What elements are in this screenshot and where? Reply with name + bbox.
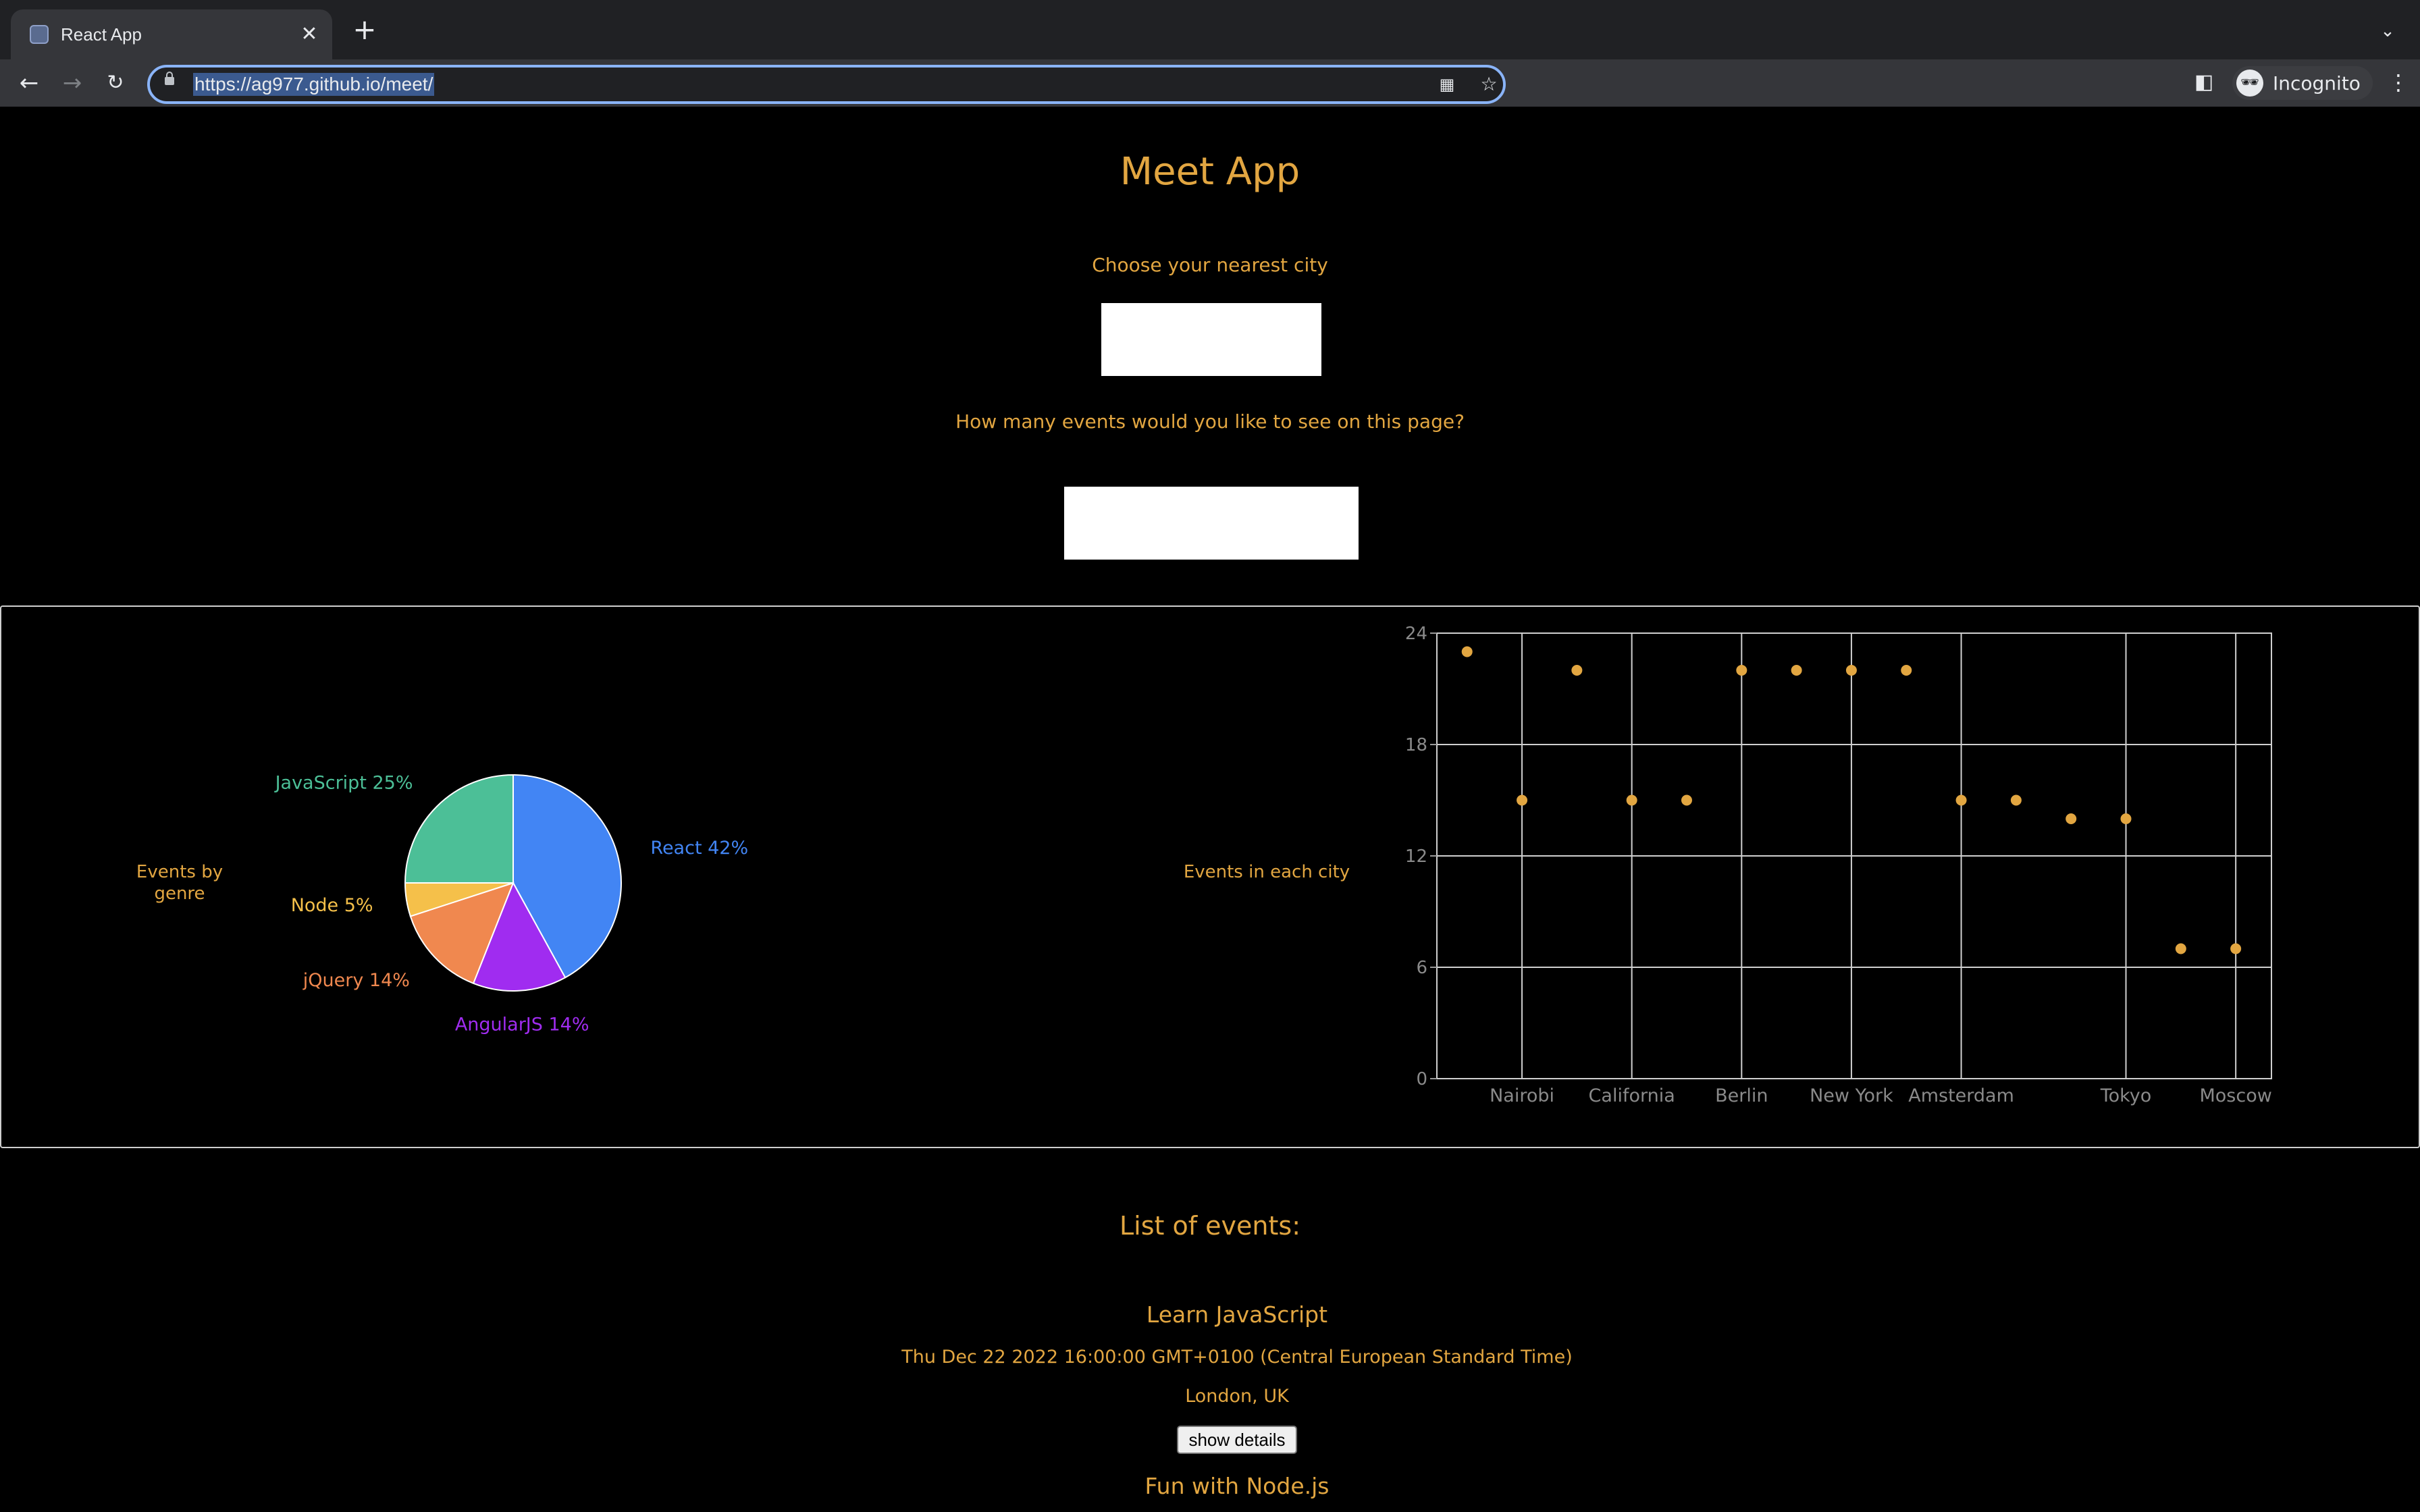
event-name: Learn JavaScript xyxy=(1146,1301,1328,1328)
event-location: London, UK xyxy=(1185,1386,1289,1407)
pie-slice-label: React 42% xyxy=(650,838,748,859)
show-details-button[interactable]: show details xyxy=(1177,1426,1297,1454)
event-list-title: List of events: xyxy=(1119,1211,1301,1241)
pie-slice xyxy=(404,774,514,884)
scatter-chart-title: Events in each city xyxy=(1183,862,1350,882)
pie-slice-label: AngularJS 14% xyxy=(455,1015,589,1035)
pie-slice-label: jQuery 14% xyxy=(302,970,410,991)
event-date: Thu Dec 22 2022 16:00:00 GMT+0100 (Centr… xyxy=(901,1347,1573,1368)
pie-slice-label: Node 5% xyxy=(291,895,373,916)
event-name: Fun with Node.js xyxy=(1145,1473,1330,1499)
pie-chart: React 42% AngularJS 14% jQuery 14% Node 5% J… xyxy=(274,773,749,1035)
pie-slice-label: JavaScript 25% xyxy=(274,773,413,794)
